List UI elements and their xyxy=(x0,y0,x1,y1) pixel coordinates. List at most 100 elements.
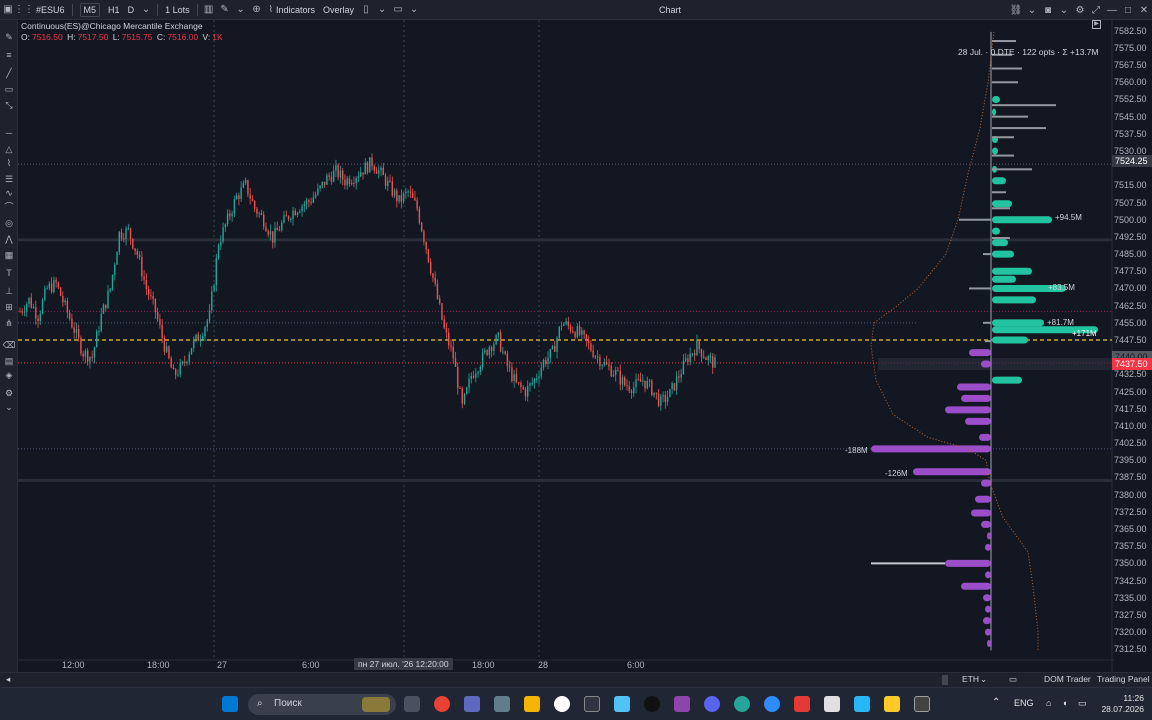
profile-bar-green xyxy=(992,336,1028,344)
indicators-button[interactable]: ⌇ Indicators xyxy=(265,0,319,20)
triangle-tool-icon[interactable]: △ xyxy=(1,142,17,156)
ruler-tool-icon[interactable]: ⊥ xyxy=(1,284,17,298)
zoom-icon[interactable]: ⊕ xyxy=(249,0,265,20)
price-chart[interactable] xyxy=(18,20,1114,672)
taskbar-clock[interactable]: 11:26 28.07.2026 xyxy=(1101,693,1144,715)
network-icon[interactable]: ⌂ xyxy=(1046,698,1051,708)
trading-panel-button[interactable]: Trading Panel xyxy=(1097,674,1150,684)
n-app-icon[interactable] xyxy=(674,696,690,712)
line-tool-icon[interactable]: ╱ xyxy=(1,66,17,80)
restore-icon[interactable]: □ xyxy=(1120,0,1136,20)
dom-trader-button[interactable]: DOM Trader xyxy=(1044,674,1091,684)
chevron-down-icon[interactable]: ⌄ xyxy=(406,0,422,20)
lots-selector[interactable]: 1 Lots xyxy=(161,0,194,20)
candle-body xyxy=(493,344,495,351)
timeframe-d[interactable]: D xyxy=(124,0,139,20)
file-explorer-icon[interactable] xyxy=(524,696,540,712)
chevron-down-icon[interactable]: ⌄ xyxy=(138,0,154,20)
chevron-down-icon[interactable]: ⌄ xyxy=(980,674,987,685)
candle-body xyxy=(490,347,493,351)
app-yellow-icon[interactable] xyxy=(884,696,900,712)
scroll-left-icon[interactable]: ◂ xyxy=(6,674,10,685)
chrome-icon[interactable] xyxy=(434,696,450,712)
fib-tool-icon[interactable]: ☰ xyxy=(1,172,17,186)
notepad-icon[interactable] xyxy=(614,696,630,712)
session-selector[interactable]: ETH xyxy=(962,674,979,684)
expand-tool-icon[interactable]: ⌄ xyxy=(1,400,17,414)
scrollbar-thumb[interactable] xyxy=(942,675,948,685)
hline-tool-icon[interactable]: ─ xyxy=(1,126,17,140)
candle-body xyxy=(32,307,35,309)
pencil-tool-icon[interactable]: ✎ xyxy=(1,30,17,44)
grid-tool-icon[interactable]: ▦ xyxy=(1,248,17,262)
candle-body xyxy=(707,356,709,360)
menu-icon[interactable]: ≡ xyxy=(1,48,17,62)
pencil-icon[interactable]: ✎ xyxy=(217,0,233,20)
drag-handle-icon[interactable]: ⋮⋮ xyxy=(14,0,34,20)
rect-icon[interactable]: ▯ xyxy=(358,0,374,20)
play-icon[interactable]: ▶ xyxy=(1092,20,1101,29)
zoom-app-icon[interactable] xyxy=(764,696,780,712)
chevron-down-icon[interactable]: ⌄ xyxy=(233,0,249,20)
volume-icon[interactable]: ◖ xyxy=(1062,698,1067,708)
timeframe-m5[interactable]: M5 xyxy=(79,2,101,17)
browser-icon[interactable] xyxy=(734,696,750,712)
camera-icon[interactable]: ◙ xyxy=(1040,0,1056,20)
ray-tool-icon[interactable]: ⤡ xyxy=(1,98,17,112)
eraser-tool-icon[interactable]: ⌫ xyxy=(1,338,17,352)
app-white-icon[interactable] xyxy=(824,696,840,712)
pattern-tool-icon[interactable]: ⋀ xyxy=(1,232,17,246)
brush-tool-icon[interactable]: ⌒ xyxy=(1,200,17,214)
app-blue-icon[interactable] xyxy=(854,696,870,712)
language-indicator[interactable]: ENG xyxy=(1014,698,1034,708)
app-chart-icon[interactable] xyxy=(914,696,930,712)
app-red-icon[interactable] xyxy=(794,696,810,712)
minimize-icon[interactable]: — xyxy=(1104,0,1120,20)
discord-icon[interactable] xyxy=(704,696,720,712)
maximize-icon[interactable]: ⤢ xyxy=(1088,0,1104,20)
profile-label-188: -188M xyxy=(845,446,868,455)
timeframe-h1[interactable]: H1 xyxy=(104,0,124,20)
save-app-icon[interactable] xyxy=(464,696,480,712)
lock-tool-icon[interactable]: ▤ xyxy=(1,354,17,368)
magnet-tool-icon[interactable]: ⋔ xyxy=(1,316,17,330)
layout-icon[interactable]: ▭ xyxy=(390,0,406,20)
chevron-down-icon[interactable]: ⌄ xyxy=(1024,0,1040,20)
taskbar-search[interactable]: ⌕ Поиск xyxy=(248,694,396,715)
chart-bottom-bar: ◂ ETH ⌄ ▭ DOM Trader Trading Panel xyxy=(0,672,1152,687)
link-icon[interactable]: ⛓ xyxy=(1008,0,1024,20)
candle-body xyxy=(578,326,581,335)
slack-icon[interactable] xyxy=(554,696,570,712)
calendar-icon[interactable]: ▭ xyxy=(1009,674,1017,685)
chevron-down-icon[interactable]: ⌄ xyxy=(1056,0,1072,20)
settings-tool-icon[interactable]: ⚙ xyxy=(1,386,17,400)
candle-body xyxy=(488,347,491,355)
profile-label-171: +171M xyxy=(1072,329,1097,338)
app-icon[interactable] xyxy=(494,696,510,712)
battery-icon[interactable]: ▭ xyxy=(1078,698,1087,709)
v2-app-icon[interactable] xyxy=(644,696,660,712)
rect-tool-icon[interactable]: ▭ xyxy=(1,82,17,96)
curve-tool-icon[interactable]: ∿ xyxy=(1,186,17,200)
terminal-icon[interactable] xyxy=(584,696,600,712)
close-icon[interactable]: ✕ xyxy=(1136,0,1152,20)
path-tool-icon[interactable]: ⌇ xyxy=(1,156,17,170)
task-view-icon[interactable] xyxy=(404,696,420,712)
candle-body xyxy=(177,374,179,376)
candle-body xyxy=(687,358,689,363)
candle-body xyxy=(605,361,608,365)
start-icon[interactable] xyxy=(222,696,238,712)
candle-body xyxy=(515,374,518,383)
settings-icon[interactable]: ⚙ xyxy=(1072,0,1088,20)
chevron-down-icon[interactable]: ⌄ xyxy=(374,0,390,20)
target-tool-icon[interactable]: ◎ xyxy=(1,216,17,230)
bar-style-icon[interactable]: ▥ xyxy=(201,0,217,20)
text-tool-icon[interactable]: T xyxy=(1,266,17,280)
profile-bar-gray xyxy=(992,136,1014,139)
symbol-selector[interactable]: #ESU6 xyxy=(32,0,69,20)
price-tick: 7432.50 xyxy=(1114,369,1147,380)
overlay-button[interactable]: Overlay xyxy=(319,0,358,20)
tray-chevron-icon[interactable]: ⌃ xyxy=(992,697,1000,708)
hide-tool-icon[interactable]: ◈ xyxy=(1,368,17,382)
note-tool-icon[interactable]: ⊞ xyxy=(1,300,17,314)
